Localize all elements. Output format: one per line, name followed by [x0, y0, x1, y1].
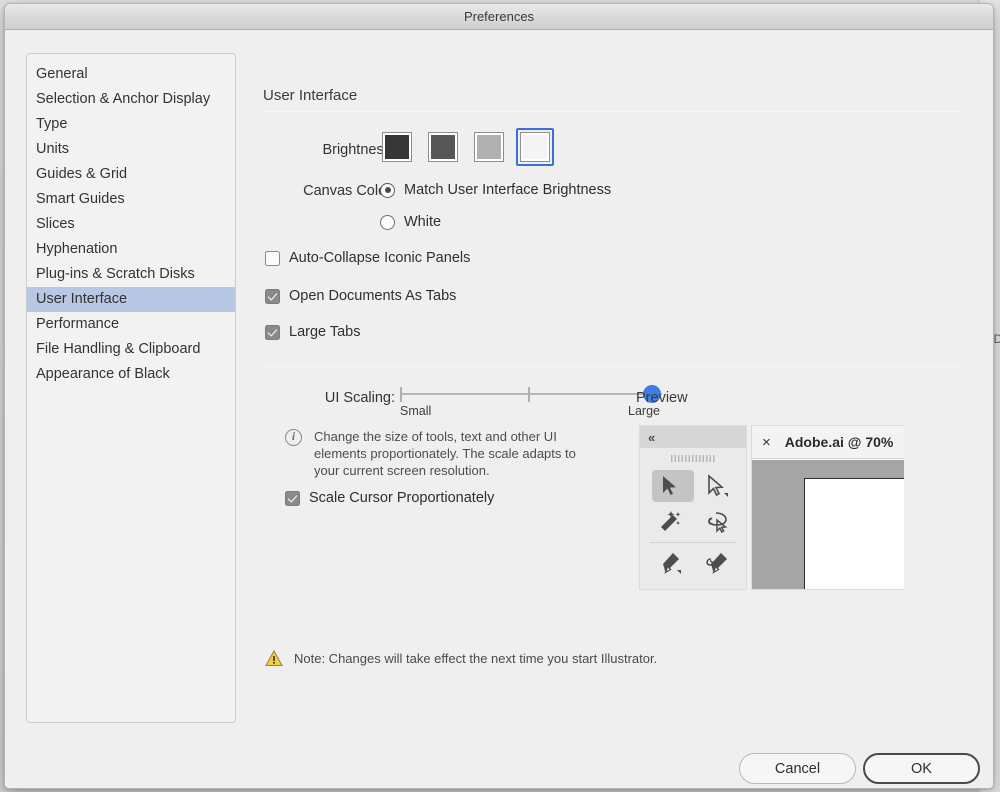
note-row: Note: Changes will take effect the next …	[265, 650, 657, 667]
canvas-color-label: Canvas Color:	[303, 183, 395, 199]
sidebar-item-slices[interactable]: Slices	[27, 212, 235, 237]
preview-collapse-button[interactable]: «	[640, 426, 746, 448]
sidebar-item-plug-ins-scratch-disks[interactable]: Plug-ins & Scratch Disks	[27, 262, 235, 287]
brightness-swatch-dark[interactable]	[378, 128, 416, 166]
checkbox-open-documents-as-tabs[interactable]: Open Documents As Tabs	[265, 288, 456, 304]
sidebar-item-units[interactable]: Units	[27, 137, 235, 162]
preview-canvas	[752, 460, 904, 589]
swatch-color	[474, 132, 504, 162]
checkbox-scale-cursor-proportionately[interactable]: Scale Cursor Proportionately	[285, 490, 494, 506]
sidebar-item-guides-grid[interactable]: Guides & Grid	[27, 162, 235, 187]
category-list[interactable]: General Selection & Anchor Display Type Uni…	[26, 53, 236, 723]
ok-button[interactable]: OK	[863, 753, 980, 784]
preview-tool-grid	[640, 466, 746, 583]
sidebar-item-hyphenation[interactable]: Hyphenation	[27, 237, 235, 262]
pen-tool-icon[interactable]	[646, 545, 693, 581]
direct-selection-tool-icon[interactable]	[693, 468, 740, 504]
sidebar-item-performance[interactable]: Performance	[27, 312, 235, 337]
sidebar-item-appearance-of-black[interactable]: Appearance of Black	[27, 362, 235, 387]
swatch-color	[520, 132, 550, 162]
settings-pane: User Interface Brightness: Canvas Color:…	[259, 30, 993, 788]
chevron-double-left-icon: «	[648, 429, 655, 445]
preview-document-tab-label: Adobe.ai @ 70%	[784, 434, 894, 450]
radio-match-brightness[interactable]: Match User Interface Brightness	[380, 182, 611, 198]
info-icon: i	[285, 429, 302, 446]
dialog-body: General Selection & Anchor Display Type Uni…	[5, 30, 993, 788]
magic-wand-tool-icon[interactable]	[646, 504, 693, 540]
preview-panel: « × Adobe.ai @ 70%	[639, 420, 904, 590]
close-icon[interactable]: ×	[762, 435, 771, 450]
radio-label-white: White	[404, 214, 442, 230]
checkbox-icon-checked	[285, 490, 300, 506]
preview-title: Preview	[636, 390, 688, 406]
brightness-swatch-white[interactable]	[516, 128, 554, 166]
checkbox-label: Open Documents As Tabs	[289, 288, 457, 304]
selection-tool-icon[interactable]	[646, 468, 694, 504]
brightness-swatch-light[interactable]	[470, 128, 508, 166]
checkbox-label: Large Tabs	[289, 324, 361, 340]
warning-triangle-icon	[265, 650, 283, 666]
note-text: Note: Changes will take effect the next …	[294, 651, 658, 666]
toolbar-divider	[650, 542, 736, 543]
ui-scaling-slider[interactable]: Small Large	[400, 384, 662, 418]
radio-white[interactable]: White	[380, 214, 441, 230]
dialog-titlebar: Preferences	[5, 4, 993, 30]
slider-track	[400, 393, 662, 395]
checkbox-label: Scale Cursor Proportionately	[309, 490, 495, 506]
sidebar-item-general[interactable]: General	[27, 62, 235, 87]
slider-min-label: Small	[400, 404, 432, 418]
brightness-label: Brightness:	[322, 142, 395, 158]
cancel-button[interactable]: Cancel	[739, 753, 856, 784]
ui-scaling-label: UI Scaling:	[324, 390, 395, 406]
ui-scaling-info: i Change the size of tools, text and oth…	[285, 428, 585, 479]
dialog-title: Preferences	[463, 9, 535, 24]
checkbox-label: Auto-Collapse Iconic Panels	[289, 250, 471, 266]
preview-document-window: × Adobe.ai @ 70%	[751, 425, 904, 590]
radio-label-match: Match User Interface Brightness	[404, 182, 612, 198]
curvature-tool-icon[interactable]	[693, 545, 740, 581]
swatch-color	[428, 132, 458, 162]
info-text: Change the size of tools, text and other…	[314, 429, 576, 478]
checkbox-auto-collapse-iconic-panels[interactable]: Auto-Collapse Iconic Panels	[265, 250, 470, 266]
checkbox-icon-checked	[265, 324, 280, 340]
swatch-color	[382, 132, 412, 162]
preferences-dialog: Preferences General Selection & Anchor Di…	[4, 3, 994, 789]
page-title: User Interface	[263, 87, 358, 104]
preview-document-tab[interactable]: × Adobe.ai @ 70%	[752, 426, 904, 459]
preview-artboard	[804, 478, 904, 589]
screen: ) HD 1 Preferences GeneralSelection & An…	[0, 0, 1000, 792]
sidebar-item-file-handling-clipboard[interactable]: File Handling & Clipboard	[27, 337, 235, 362]
checkbox-icon	[265, 250, 280, 266]
sidebar-item-type[interactable]: Type	[27, 112, 235, 137]
lasso-tool-icon[interactable]	[693, 504, 740, 540]
preview-toolbar: «	[639, 425, 747, 590]
checkbox-large-tabs[interactable]: Large Tabs	[265, 324, 360, 340]
radio-icon	[380, 214, 395, 230]
radio-icon-selected	[380, 182, 395, 198]
slider-tick	[528, 387, 530, 402]
brightness-swatch-medium-dark[interactable]	[424, 128, 462, 166]
brightness-swatches[interactable]	[378, 128, 554, 166]
divider-top	[263, 111, 963, 112]
sidebar-item-smart-guides[interactable]: Smart Guides	[27, 187, 235, 212]
divider-middle	[263, 366, 963, 367]
slider-max-label: Large	[628, 404, 660, 418]
checkbox-icon-checked	[265, 288, 280, 304]
sidebar-item-selection-anchor-display[interactable]: Selection & Anchor Display	[27, 87, 235, 112]
sidebar-item-user-interface[interactable]: User Interface	[27, 287, 235, 312]
slider-tick	[400, 387, 402, 402]
panel-grip-icon	[671, 455, 715, 462]
